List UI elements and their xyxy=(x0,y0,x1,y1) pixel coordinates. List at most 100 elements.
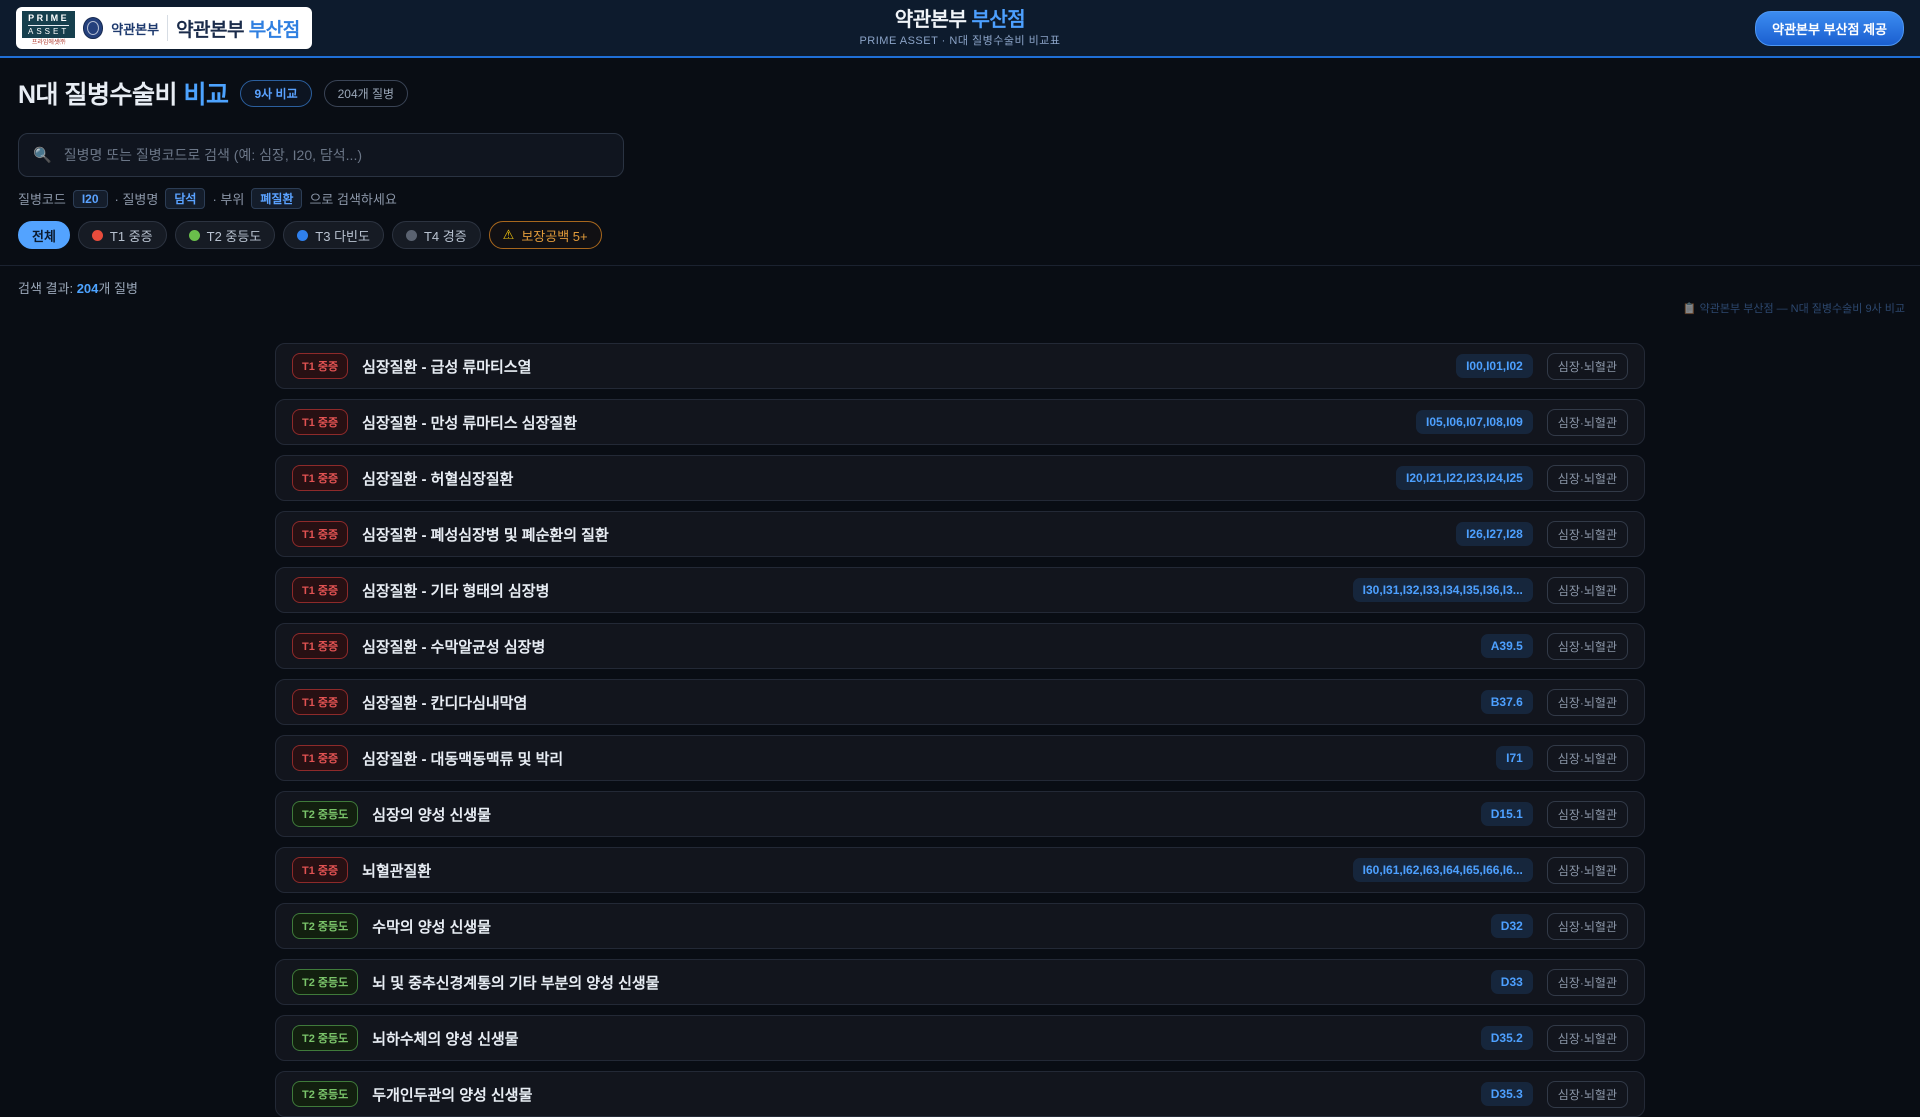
disease-codes: I30,I31,I32,I33,I34,I35,I36,I3... xyxy=(1352,578,1533,602)
category-tag: 심장·뇌혈관 xyxy=(1546,520,1628,548)
category-tag: 심장·뇌혈관 xyxy=(1546,408,1628,436)
tier-badge: T1 중증 xyxy=(292,745,349,771)
tier-badge: T2 중등도 xyxy=(292,969,359,995)
disease-codes: D35.3 xyxy=(1480,1082,1533,1106)
filter-chip-t2[interactable]: T2 중등도 xyxy=(174,221,276,249)
tier-badge: T1 중증 xyxy=(292,689,349,715)
header-subtitle: PRIME ASSET · N대 질병수술비 비교표 xyxy=(859,34,1061,47)
category-tag: 심장·뇌혈관 xyxy=(1546,632,1628,660)
hint-part1: 질병코드 xyxy=(18,192,66,207)
disease-row[interactable]: T1 중증 심장질환 - 기타 형태의 심장병 I30,I31,I32,I33,I3… xyxy=(275,567,1645,613)
disease-name: 심장질환 - 만성 류마티스 심장질환 xyxy=(362,414,578,432)
store-name-prefix: 약관본부 xyxy=(176,19,244,41)
search-input[interactable] xyxy=(61,146,609,164)
filter-chip-all[interactable]: 전체 xyxy=(18,221,70,249)
hint-part3: · 부위 xyxy=(212,192,245,207)
disease-name: 뇌하수체의 양성 신생물 xyxy=(372,1030,519,1048)
tier-badge: T1 중증 xyxy=(292,409,349,435)
prime-logo-bottom: ASSET xyxy=(28,26,70,36)
search-icon: 🔍 xyxy=(33,147,52,164)
provider-button[interactable]: 약관본부 부산점 제공 xyxy=(1755,10,1904,46)
disease-codes: A39.5 xyxy=(1480,634,1533,658)
disease-name: 심장질환 - 허혈심장질환 xyxy=(362,470,514,488)
store-name: 약관본부 부산점 xyxy=(176,15,300,42)
disease-row[interactable]: T2 중등도 두개인두관의 양성 신생물 D35.3 심장·뇌혈관 xyxy=(275,1071,1645,1117)
result-count-line: 검색 결과: 204개 질병 xyxy=(0,265,1920,297)
result-prefix: 검색 결과: xyxy=(18,281,74,296)
warning-icon: ⚠ xyxy=(502,227,515,242)
disease-row[interactable]: T2 중등도 뇌하수체의 양성 신생물 D35.2 심장·뇌혈관 xyxy=(275,1015,1645,1061)
disease-name: 심장질환 - 폐성심장병 및 폐순환의 질환 xyxy=(362,526,609,544)
tier-badge: T1 중증 xyxy=(292,353,349,379)
disease-row[interactable]: T2 중등도 수막의 양성 신생물 D32 심장·뇌혈관 xyxy=(275,903,1645,949)
disease-name: 두개인두관의 양성 신생물 xyxy=(372,1086,533,1104)
page-title-prefix: N대 질병수술비 xyxy=(18,81,178,109)
prime-asset-logo: PRIME ASSET 프라임에셋㈜ xyxy=(22,10,76,46)
disease-row[interactable]: T1 중증 심장질환 - 칸디다심내막염 B37.6 심장·뇌혈관 xyxy=(275,679,1645,725)
tier-badge: T2 중등도 xyxy=(292,801,359,827)
disease-row[interactable]: T1 중증 심장질환 - 폐성심장병 및 폐순환의 질환 I26,I27,I28 심장… xyxy=(275,511,1645,557)
disease-codes: I00,I01,I02 xyxy=(1456,354,1533,378)
tier-dot-icon xyxy=(297,229,309,241)
disease-codes: I20,I21,I22,I23,I24,I25 xyxy=(1396,466,1533,490)
tier-badge: T2 중등도 xyxy=(292,1081,359,1107)
hint-name-example: 담석 xyxy=(165,188,206,209)
filter-chip-label: T2 중등도 xyxy=(206,228,262,244)
filter-chip-label: T4 경증 xyxy=(423,228,467,244)
disease-codes: D35.2 xyxy=(1480,1026,1533,1050)
header-title: 약관본부 부산점 PRIME ASSET · N대 질병수술비 비교표 xyxy=(859,8,1060,48)
disease-codes: D32 xyxy=(1490,914,1533,938)
disease-name: 심장질환 - 수막알균성 심장병 xyxy=(362,638,546,656)
top-bar: PRIME ASSET 프라임에셋㈜ 약관본부 약관본부 부산점 약관본부 부산… xyxy=(0,0,1920,58)
category-tag: 심장·뇌혈관 xyxy=(1546,576,1628,604)
tier-dot-icon xyxy=(91,229,103,241)
tier-badge: T1 중증 xyxy=(292,633,349,659)
disease-row[interactable]: T1 중증 뇌혈관질환 I60,I61,I62,I63,I64,I65,I66,I6… xyxy=(275,847,1645,893)
header-title-text: 약관본부 부산점 xyxy=(859,8,1060,32)
page-title-accent: 비교 xyxy=(183,81,229,109)
disease-name: 심장질환 - 급성 류마티스열 xyxy=(362,358,532,376)
tier-badge: T2 중등도 xyxy=(292,913,359,939)
header-title-prefix: 약관본부 xyxy=(894,8,967,31)
disease-row[interactable]: T1 중증 심장질환 - 허혈심장질환 I20,I21,I22,I23,I24,I2… xyxy=(275,455,1645,501)
disease-name: 심장질환 - 기타 형태의 심장병 xyxy=(362,582,550,600)
disease-row[interactable]: T1 중증 심장질환 - 대동맥동맥류 및 박리 I71 심장·뇌혈관 xyxy=(275,735,1645,781)
filter-chip-t3[interactable]: T3 다빈도 xyxy=(283,221,384,249)
tier-badge: T1 중증 xyxy=(292,577,349,603)
header-title-branch: 부산점 xyxy=(971,8,1026,31)
filter-chip-t1[interactable]: T1 중증 xyxy=(77,221,167,249)
disease-row[interactable]: T2 중등도 심장의 양성 신생물 D15.1 심장·뇌혈관 xyxy=(275,791,1645,837)
disease-row[interactable]: T2 중등도 뇌 및 중추신경계통의 기타 부분의 양성 신생물 D33 심장·뇌혈관 xyxy=(275,959,1645,1005)
main-content: N대 질병수술비 비교 9사 비교 204개 질병 🔍 질병코드 I20 · 질… xyxy=(0,78,1920,1117)
hint-code-example: I20 xyxy=(72,189,108,208)
disease-row[interactable]: T1 중증 심장질환 - 만성 류마티스 심장질환 I05,I06,I07,I08,… xyxy=(275,399,1645,445)
disease-codes: I05,I06,I07,I08,I09 xyxy=(1416,410,1533,434)
emblem-label: 약관본부 xyxy=(111,21,160,37)
filter-chip-t4[interactable]: T4 경증 xyxy=(391,221,481,249)
store-name-branch: 부산점 xyxy=(248,19,300,41)
hint-part-example: 폐질환 xyxy=(251,188,303,209)
disease-row[interactable]: T1 중증 심장질환 - 급성 류마티스열 I00,I01,I02 심장·뇌혈관 xyxy=(275,343,1645,389)
filter-chip-gap[interactable]: ⚠ 보장공백 5+ xyxy=(488,221,602,249)
filter-chip-label: T1 중증 xyxy=(109,228,153,244)
disease-name: 뇌 및 중추신경계통의 기타 부분의 양성 신생물 xyxy=(372,974,660,992)
disease-count-badge: 204개 질병 xyxy=(323,79,409,107)
tier-badge: T2 중등도 xyxy=(292,1025,359,1051)
search-box[interactable]: 🔍 xyxy=(18,133,624,177)
disease-codes: D15.1 xyxy=(1480,802,1533,826)
disease-name: 심장질환 - 대동맥동맥류 및 박리 xyxy=(362,750,564,768)
watermark: 📋 약관본부 부산점 — N대 질병수술비 9사 비교 xyxy=(1682,303,1905,315)
category-tag: 심장·뇌혈관 xyxy=(1546,464,1628,492)
page-title-row: N대 질병수술비 비교 9사 비교 204개 질병 xyxy=(18,75,1902,111)
disease-row[interactable]: T1 중증 심장질환 - 수막알균성 심장병 A39.5 심장·뇌혈관 xyxy=(275,623,1645,669)
disease-codes: D33 xyxy=(1490,970,1533,994)
category-tag: 심장·뇌혈관 xyxy=(1546,856,1628,884)
tier-badge: T1 중증 xyxy=(292,857,349,883)
tier-badge: T1 중증 xyxy=(292,465,349,491)
disease-codes: I60,I61,I62,I63,I64,I65,I66,I6... xyxy=(1352,858,1533,882)
logo-divider xyxy=(167,15,169,41)
tier-dot-icon xyxy=(188,229,200,241)
page-title: N대 질병수술비 비교 xyxy=(18,75,229,111)
disease-name: 수막의 양성 신생물 xyxy=(372,918,492,936)
prime-logo-subtext: 프라임에셋㈜ xyxy=(31,39,66,46)
